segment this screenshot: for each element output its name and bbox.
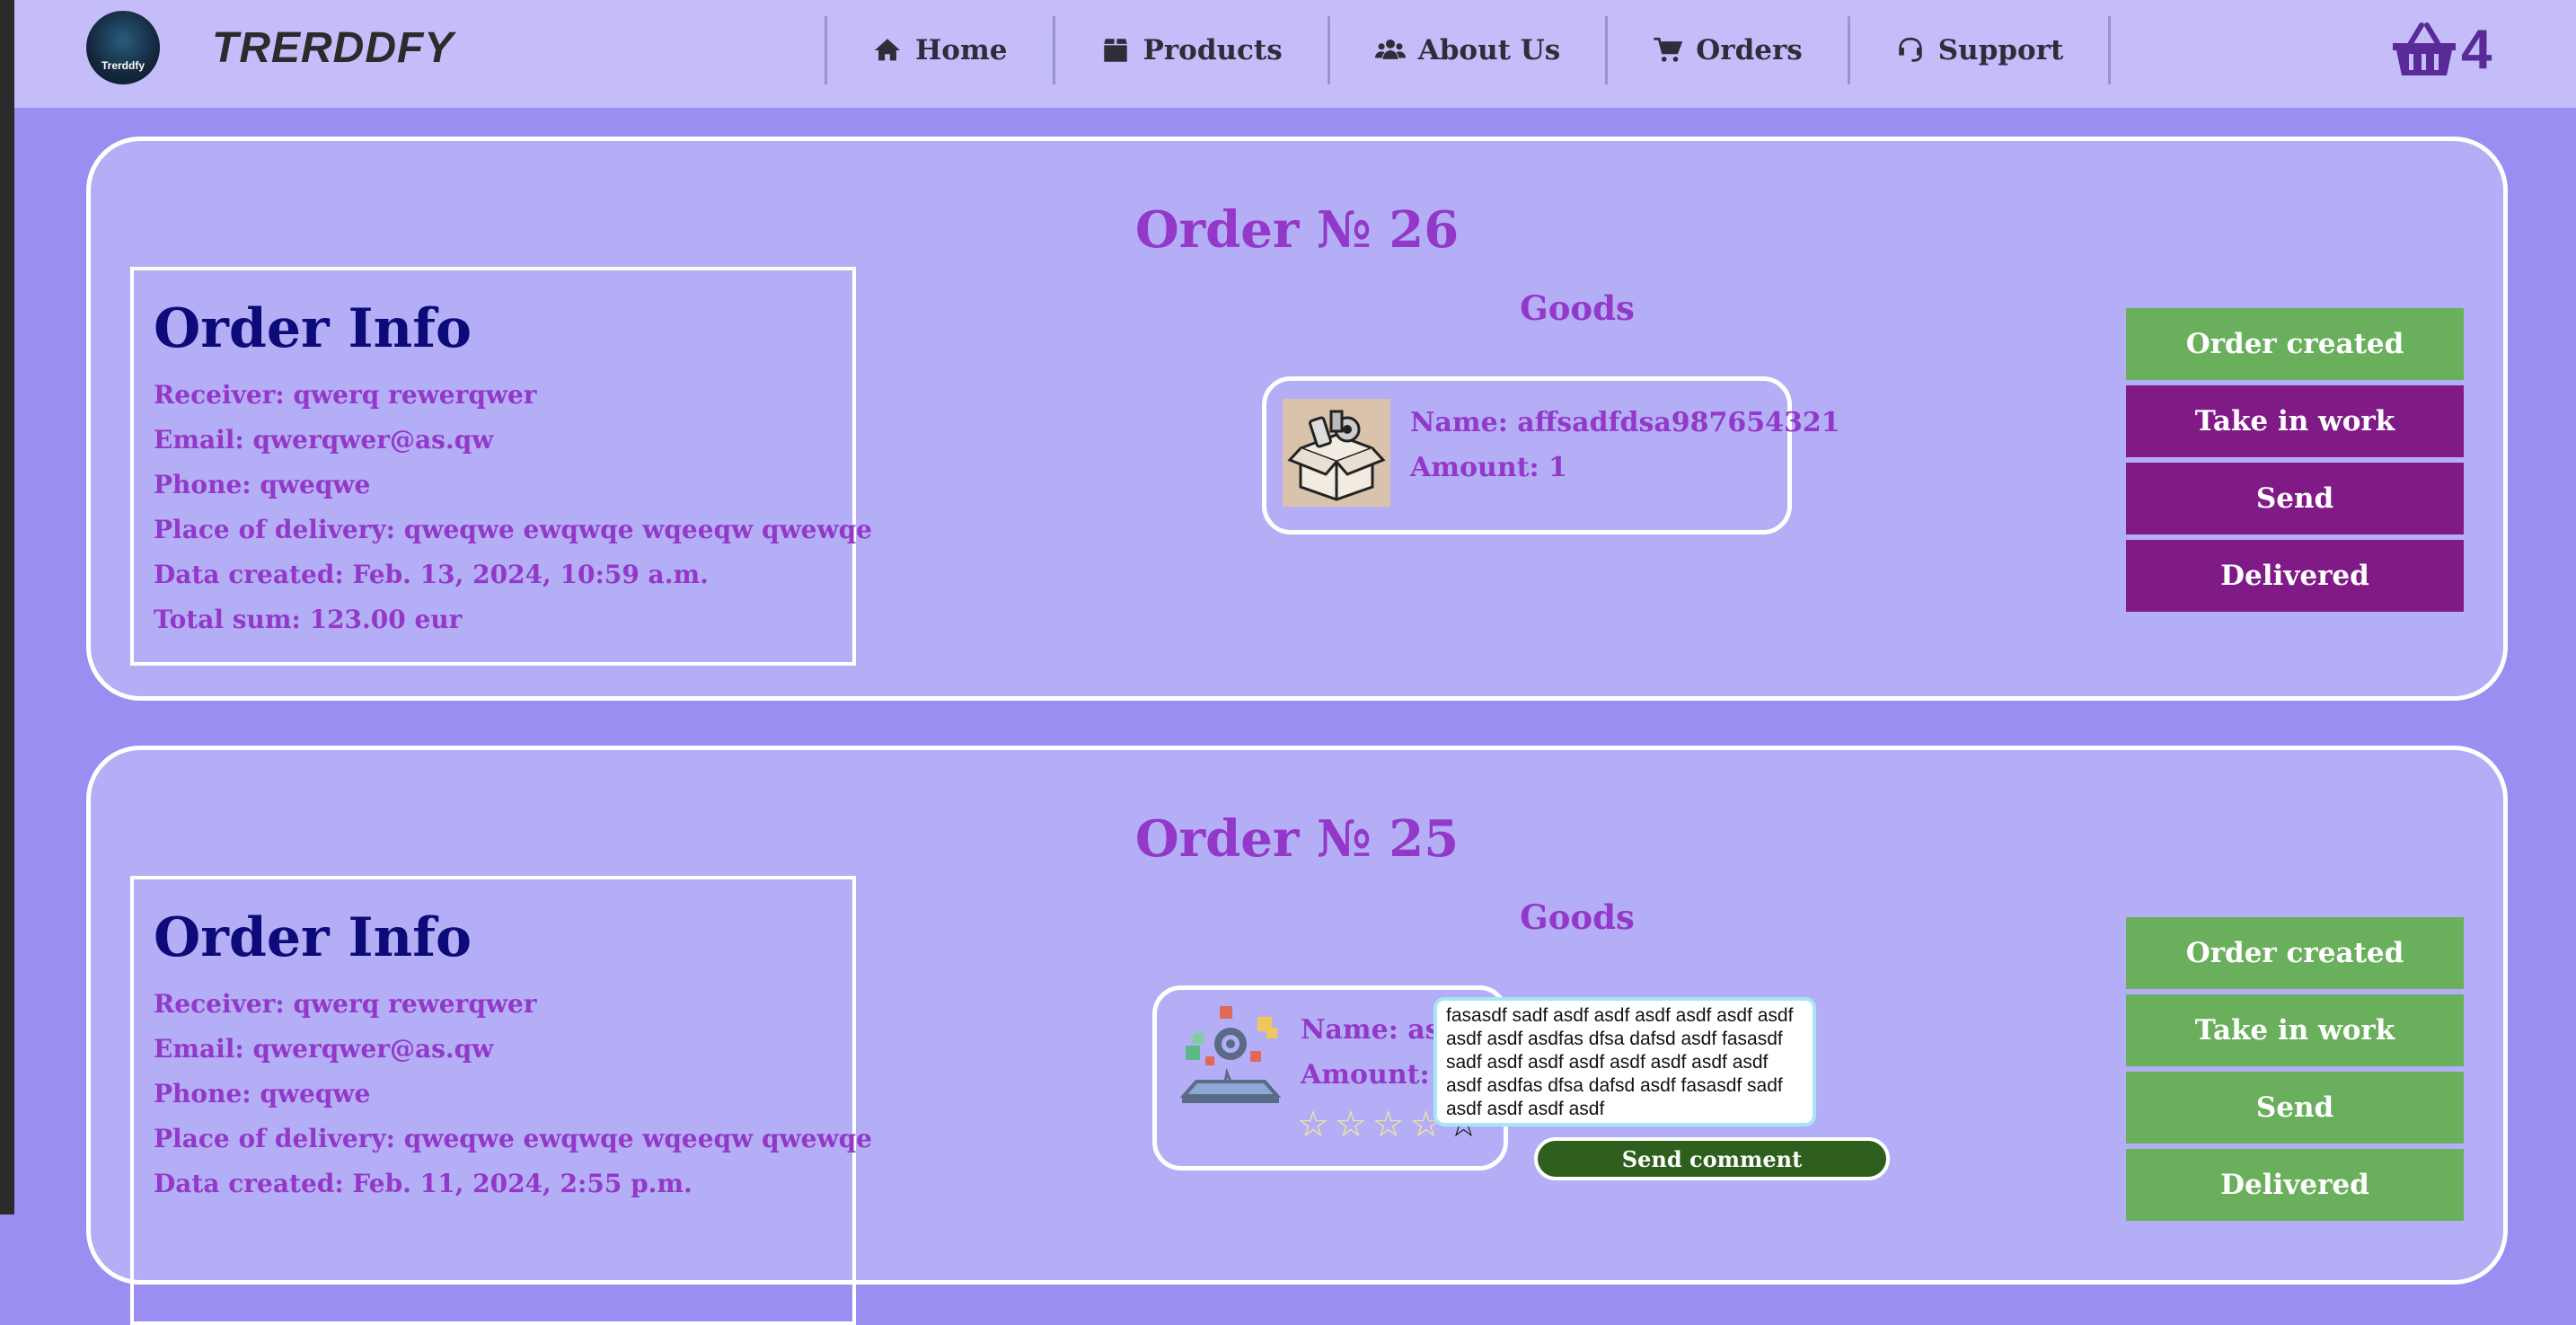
- navbar: Trerddfy TRERDDFY Home Products About Us…: [14, 0, 2576, 108]
- home-icon: [874, 39, 901, 61]
- users-icon: [1374, 39, 1406, 59]
- send-button[interactable]: Send: [2126, 463, 2464, 534]
- nav-item-orders[interactable]: Orders: [1605, 16, 1848, 84]
- receiver-text: Receiver: qwerq rewerqwer: [154, 989, 537, 1019]
- delivered-button[interactable]: Delivered: [2126, 540, 2464, 612]
- delivery-place-text: Place of delivery: qweqwe ewqwqe wqeeqw …: [154, 515, 872, 544]
- nav-item-products[interactable]: Products: [1052, 16, 1328, 84]
- star-icon[interactable]: ☆: [1372, 1107, 1405, 1143]
- goods-amount: Amount: 1: [1410, 452, 1567, 483]
- order-created-button[interactable]: Order created: [2126, 917, 2464, 989]
- send-button[interactable]: Send: [2126, 1072, 2464, 1144]
- order-info-box: Order Info Receiver: qwerq rewerqwer Ema…: [130, 267, 872, 666]
- nav-links: Home Products About Us Orders Support: [825, 16, 2112, 84]
- delivered-button[interactable]: Delivered: [2126, 1149, 2464, 1221]
- product-box-image: [1283, 399, 1390, 507]
- order-info-heading: Order Info: [154, 906, 472, 969]
- nav-label-support: Support: [1937, 34, 2064, 66]
- nav-label-about: About Us: [1417, 34, 1561, 66]
- nav-item-home[interactable]: Home: [825, 16, 1053, 84]
- status-buttons: Order created Take in work Send Delivere…: [2126, 308, 2464, 617]
- goods-item[interactable]: Name: affsadfdsa987654321 Amount: 1: [1262, 376, 1840, 534]
- order-title: Order № 26: [1134, 200, 1460, 260]
- take-in-work-button[interactable]: Take in work: [2126, 994, 2464, 1066]
- delivery-place-text: Place of delivery: qweqwe ewqwqe wqeeqw …: [154, 1124, 872, 1153]
- date-created-text: Data created: Feb. 13, 2024, 10:59 a.m.: [154, 560, 709, 589]
- nav-label-home: Home: [915, 34, 1008, 66]
- goods-label: Goods: [1520, 288, 1635, 328]
- order-title: Order № 25: [1134, 809, 1460, 869]
- phone-text: Phone: qweqwe: [154, 1079, 371, 1109]
- order-info-heading: Order Info: [154, 297, 472, 360]
- basket-icon: [2393, 22, 2456, 75]
- cart-icon: [1654, 37, 1683, 62]
- total-sum-text: Total sum: 123.00 eur: [154, 605, 463, 634]
- cart-count: 4: [2461, 19, 2492, 81]
- star-icon[interactable]: ☆: [1297, 1107, 1329, 1143]
- nav-label-orders: Orders: [1696, 34, 1803, 66]
- goods-name: Name: affsadfdsa987654321: [1410, 407, 1840, 438]
- nav-item-support[interactable]: Support: [1847, 16, 2112, 84]
- nav-label-products: Products: [1142, 34, 1283, 66]
- nav-item-about[interactable]: About Us: [1327, 16, 1606, 84]
- window-edge: [0, 0, 14, 1215]
- goods-label: Goods: [1520, 897, 1635, 937]
- headset-icon: [1899, 37, 1922, 62]
- order-card: Order № 26 Order Info Receiver: qwerq re…: [86, 137, 2508, 701]
- order-card: Order № 25 Order Info Receiver: qwerq re…: [86, 746, 2508, 1325]
- receiver-text: Receiver: qwerq rewerqwer: [154, 380, 537, 410]
- brand-name[interactable]: TRERDDFY: [212, 23, 454, 73]
- order-created-button[interactable]: Order created: [2126, 308, 2464, 380]
- cart[interactable]: 4: [2391, 18, 2492, 82]
- phone-text: Phone: qweqwe: [154, 470, 371, 499]
- product-gears-image: [1179, 1006, 1282, 1103]
- order-info-box: Order Info Receiver: qwerq rewerqwer Ema…: [130, 876, 872, 1325]
- take-in-work-button[interactable]: Take in work: [2126, 385, 2464, 457]
- email-text: Email: qwerqwer@as.qw: [154, 425, 494, 455]
- star-icon[interactable]: ☆: [1335, 1107, 1367, 1143]
- logo[interactable]: Trerddfy: [86, 11, 160, 84]
- status-buttons: Order created Take in work Send Delivere…: [2126, 917, 2464, 1226]
- email-text: Email: qwerqwer@as.qw: [154, 1034, 494, 1064]
- comment-textarea[interactable]: fasasdf sadf asdf asdf asdf asdf asdf as…: [1434, 997, 1816, 1126]
- logo-text: Trerddfy: [101, 59, 145, 72]
- date-created-text: Data created: Feb. 11, 2024, 2:55 p.m.: [154, 1169, 693, 1198]
- box-icon: [1103, 39, 1127, 62]
- send-comment-button[interactable]: Send comment: [1534, 1137, 1890, 1180]
